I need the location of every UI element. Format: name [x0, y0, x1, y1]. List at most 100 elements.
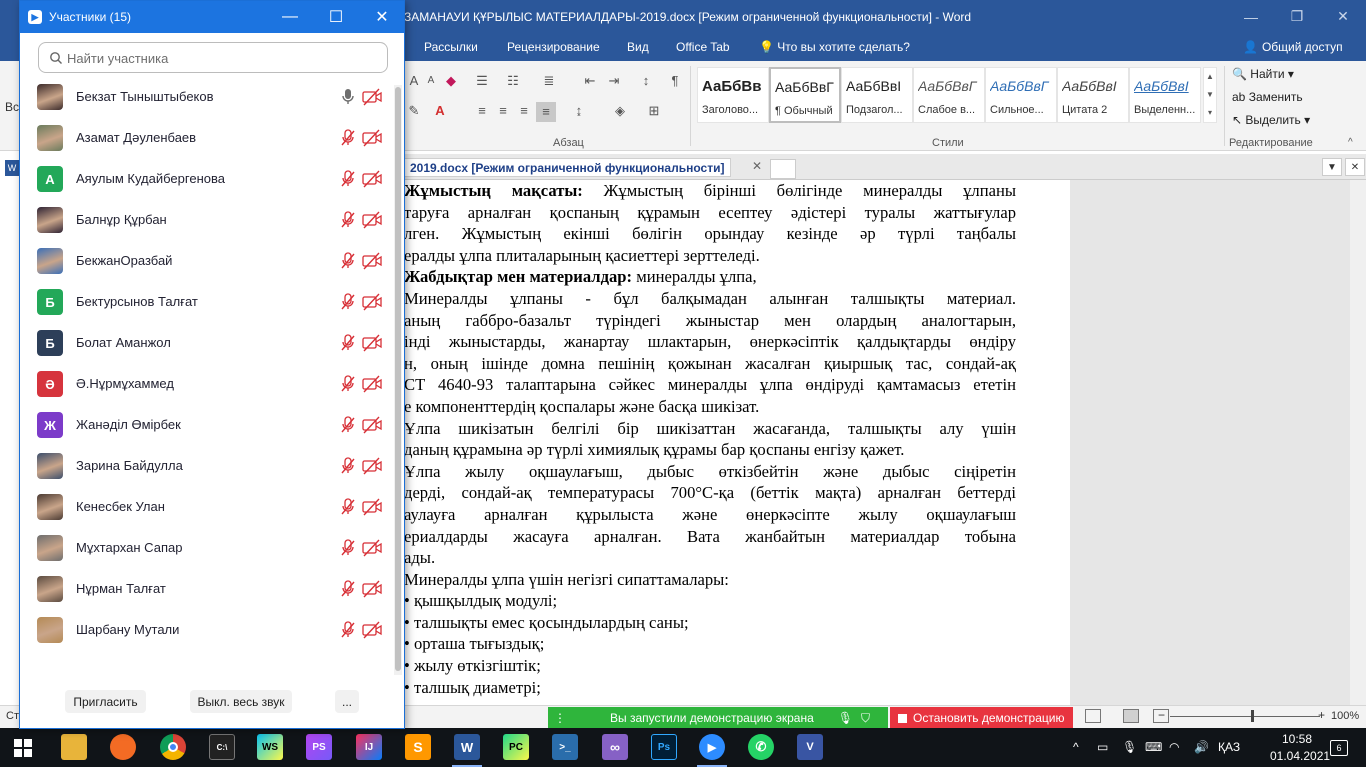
microphone-muted-icon[interactable] [340, 334, 356, 352]
zoom-in-button[interactable]: + [1318, 708, 1325, 722]
participant-row[interactable]: Б Бектурсынов Талғат [20, 281, 392, 322]
battery-icon[interactable]: ▭ [1097, 740, 1108, 754]
powershell-icon[interactable]: >_ [552, 734, 578, 760]
participant-row[interactable]: Ж Жанәділ Өмірбек [20, 404, 392, 445]
participant-row[interactable]: БекжанОразбай [20, 240, 392, 281]
microphone-muted-icon[interactable] [340, 539, 356, 557]
align-right-icon[interactable]: ≡ [515, 103, 533, 119]
zoom-out-button[interactable]: − [1158, 708, 1165, 722]
styles-scroll[interactable]: ▲ ▼ ▾ [1203, 67, 1217, 123]
participant-search-input[interactable] [67, 47, 367, 69]
style-quote-2[interactable]: АаБбВвІ Цитата 2 [1057, 67, 1129, 123]
tab-close-all-button[interactable]: ✕ [1345, 158, 1365, 176]
intellij-icon[interactable]: IJ [356, 734, 382, 760]
microphone-muted-icon[interactable] [340, 457, 356, 475]
video-off-icon[interactable] [362, 88, 382, 106]
pilcrow-icon[interactable]: ¶ [666, 73, 684, 89]
tab-review[interactable]: Рецензирование [507, 40, 600, 54]
video-off-icon[interactable] [362, 457, 382, 475]
mute-all-button[interactable]: Выкл. весь звук [190, 690, 292, 713]
collapse-ribbon-icon[interactable]: ^ [1348, 137, 1353, 148]
visual-studio-icon[interactable]: ∞ [602, 734, 628, 760]
word-minimize-button[interactable]: — [1228, 0, 1274, 33]
word-close-button[interactable]: ✕ [1320, 0, 1366, 33]
highlight-icon[interactable]: ✎ [405, 103, 423, 119]
participant-row[interactable]: Бекзат Тыныштыбеков [20, 76, 392, 117]
numbering-icon[interactable]: ☷ [504, 73, 522, 89]
style-normal[interactable]: АаБбВвГ ¶ Обычный [769, 67, 841, 123]
panel-close-button[interactable]: ✕ [360, 1, 404, 33]
video-off-icon[interactable] [362, 375, 382, 393]
microphone-muted-icon[interactable] [340, 211, 356, 229]
participant-row[interactable]: Шарбану Мутали [20, 609, 392, 650]
microphone-muted-icon[interactable] [340, 621, 356, 639]
video-off-icon[interactable] [362, 539, 382, 557]
microphone-icon[interactable]: 🎙 [838, 711, 853, 725]
participant-row[interactable]: Мұхтархан Сапар [20, 527, 392, 568]
video-off-icon[interactable] [362, 621, 382, 639]
status-page-info[interactable]: Ст [6, 710, 19, 722]
input-language[interactable]: ҚАЗ [1218, 740, 1240, 754]
terminal-icon[interactable]: C:\ [209, 734, 235, 760]
font-size-icon[interactable]: A [405, 73, 423, 89]
borders-icon[interactable]: ⊞ [645, 103, 663, 119]
notification-center-icon[interactable]: 6 [1330, 740, 1348, 756]
shrink-font-icon[interactable]: A [422, 73, 440, 89]
document-scrollbar[interactable] [1350, 180, 1366, 705]
windows-start-icon[interactable] [14, 739, 32, 757]
participants-scroll-thumb[interactable] [395, 87, 401, 671]
show-hidden-icons[interactable]: ^ [1073, 740, 1079, 754]
sublime-text-icon[interactable]: S [405, 734, 431, 760]
stop-share-button[interactable]: Остановить демонстрацию [890, 707, 1073, 729]
file-explorer-icon[interactable] [61, 734, 87, 760]
video-off-icon[interactable] [362, 498, 382, 516]
read-mode-icon[interactable] [1085, 709, 1101, 723]
screen-share-status-bar[interactable]: ⋮ Вы запустили демонстрацию экрана 🎙 ⛉ [548, 707, 888, 729]
tab-view[interactable]: Вид [627, 40, 649, 54]
panel-maximize-button[interactable]: ☐ [314, 1, 358, 33]
bullets-icon[interactable]: ☰ [473, 73, 491, 89]
participant-row[interactable]: А Аяулым Кудайбергенова [20, 158, 392, 199]
style-subtle-emphasis[interactable]: АаБбВвГ Слабое в... [913, 67, 985, 123]
sort-icon[interactable]: ↕ [637, 73, 655, 89]
whatsapp-icon[interactable]: ✆ [748, 734, 774, 760]
style-intense-emphasis[interactable]: АаБбВвГ Сильное... [985, 67, 1057, 123]
pycharm-icon[interactable]: PC [503, 734, 529, 760]
align-left-icon[interactable]: ≡ [473, 103, 491, 119]
shading-icon[interactable]: ◈ [611, 103, 629, 119]
system-clock[interactable]: 10:58 01.04.2021 [1270, 731, 1330, 765]
document-text[interactable]: Жұмыстың мақсаты: Жұмыстың бірінші бөліг… [404, 180, 1016, 705]
microphone-tray-icon[interactable]: 🎙 [1122, 740, 1137, 754]
replace-button[interactable]: ab Заменить [1232, 90, 1303, 104]
zoom-icon[interactable]: ▶ [699, 734, 725, 760]
participant-row[interactable]: Азамат Дәуленбаев [20, 117, 392, 158]
style-heading[interactable]: АаБбВв Заголово... [697, 67, 769, 123]
microphone-muted-icon[interactable] [340, 375, 356, 393]
microphone-muted-icon[interactable] [340, 580, 356, 598]
video-off-icon[interactable] [362, 416, 382, 434]
justify-icon[interactable]: ≡ [536, 102, 556, 122]
share-button[interactable]: 👤 Общий доступ [1236, 36, 1350, 58]
video-off-icon[interactable] [362, 170, 382, 188]
video-off-icon[interactable] [362, 252, 382, 270]
word-restore-button[interactable]: ❐ [1274, 0, 1320, 33]
style-subtitle[interactable]: АаБбВвІ Подзагол... [841, 67, 913, 123]
visio-icon[interactable]: V [797, 734, 823, 760]
tell-me-search[interactable]: 💡 Что вы хотите сделать? [759, 40, 910, 54]
zoom-slider[interactable] [1170, 716, 1320, 717]
firefox-icon[interactable] [110, 734, 136, 760]
multilevel-list-icon[interactable]: ≣ [540, 73, 558, 89]
participant-row[interactable]: Балнұр Құрбан [20, 199, 392, 240]
close-tab-icon[interactable]: ✕ [752, 159, 762, 173]
participant-row[interactable]: Кенесбек Улан [20, 486, 392, 527]
clear-format-icon[interactable]: ◆ [442, 73, 460, 89]
microphone-muted-icon[interactable] [340, 170, 356, 188]
phpstorm-icon[interactable]: PS [306, 734, 332, 760]
participant-row[interactable]: Нұрман Талғат [20, 568, 392, 609]
increase-indent-icon[interactable]: ⇥ [605, 73, 623, 89]
microphone-muted-icon[interactable] [340, 252, 356, 270]
video-off-icon[interactable] [362, 334, 382, 352]
tab-office-tab[interactable]: Office Tab [676, 40, 730, 54]
wifi-icon[interactable]: ◠ [1169, 740, 1179, 754]
video-off-icon[interactable] [362, 211, 382, 229]
